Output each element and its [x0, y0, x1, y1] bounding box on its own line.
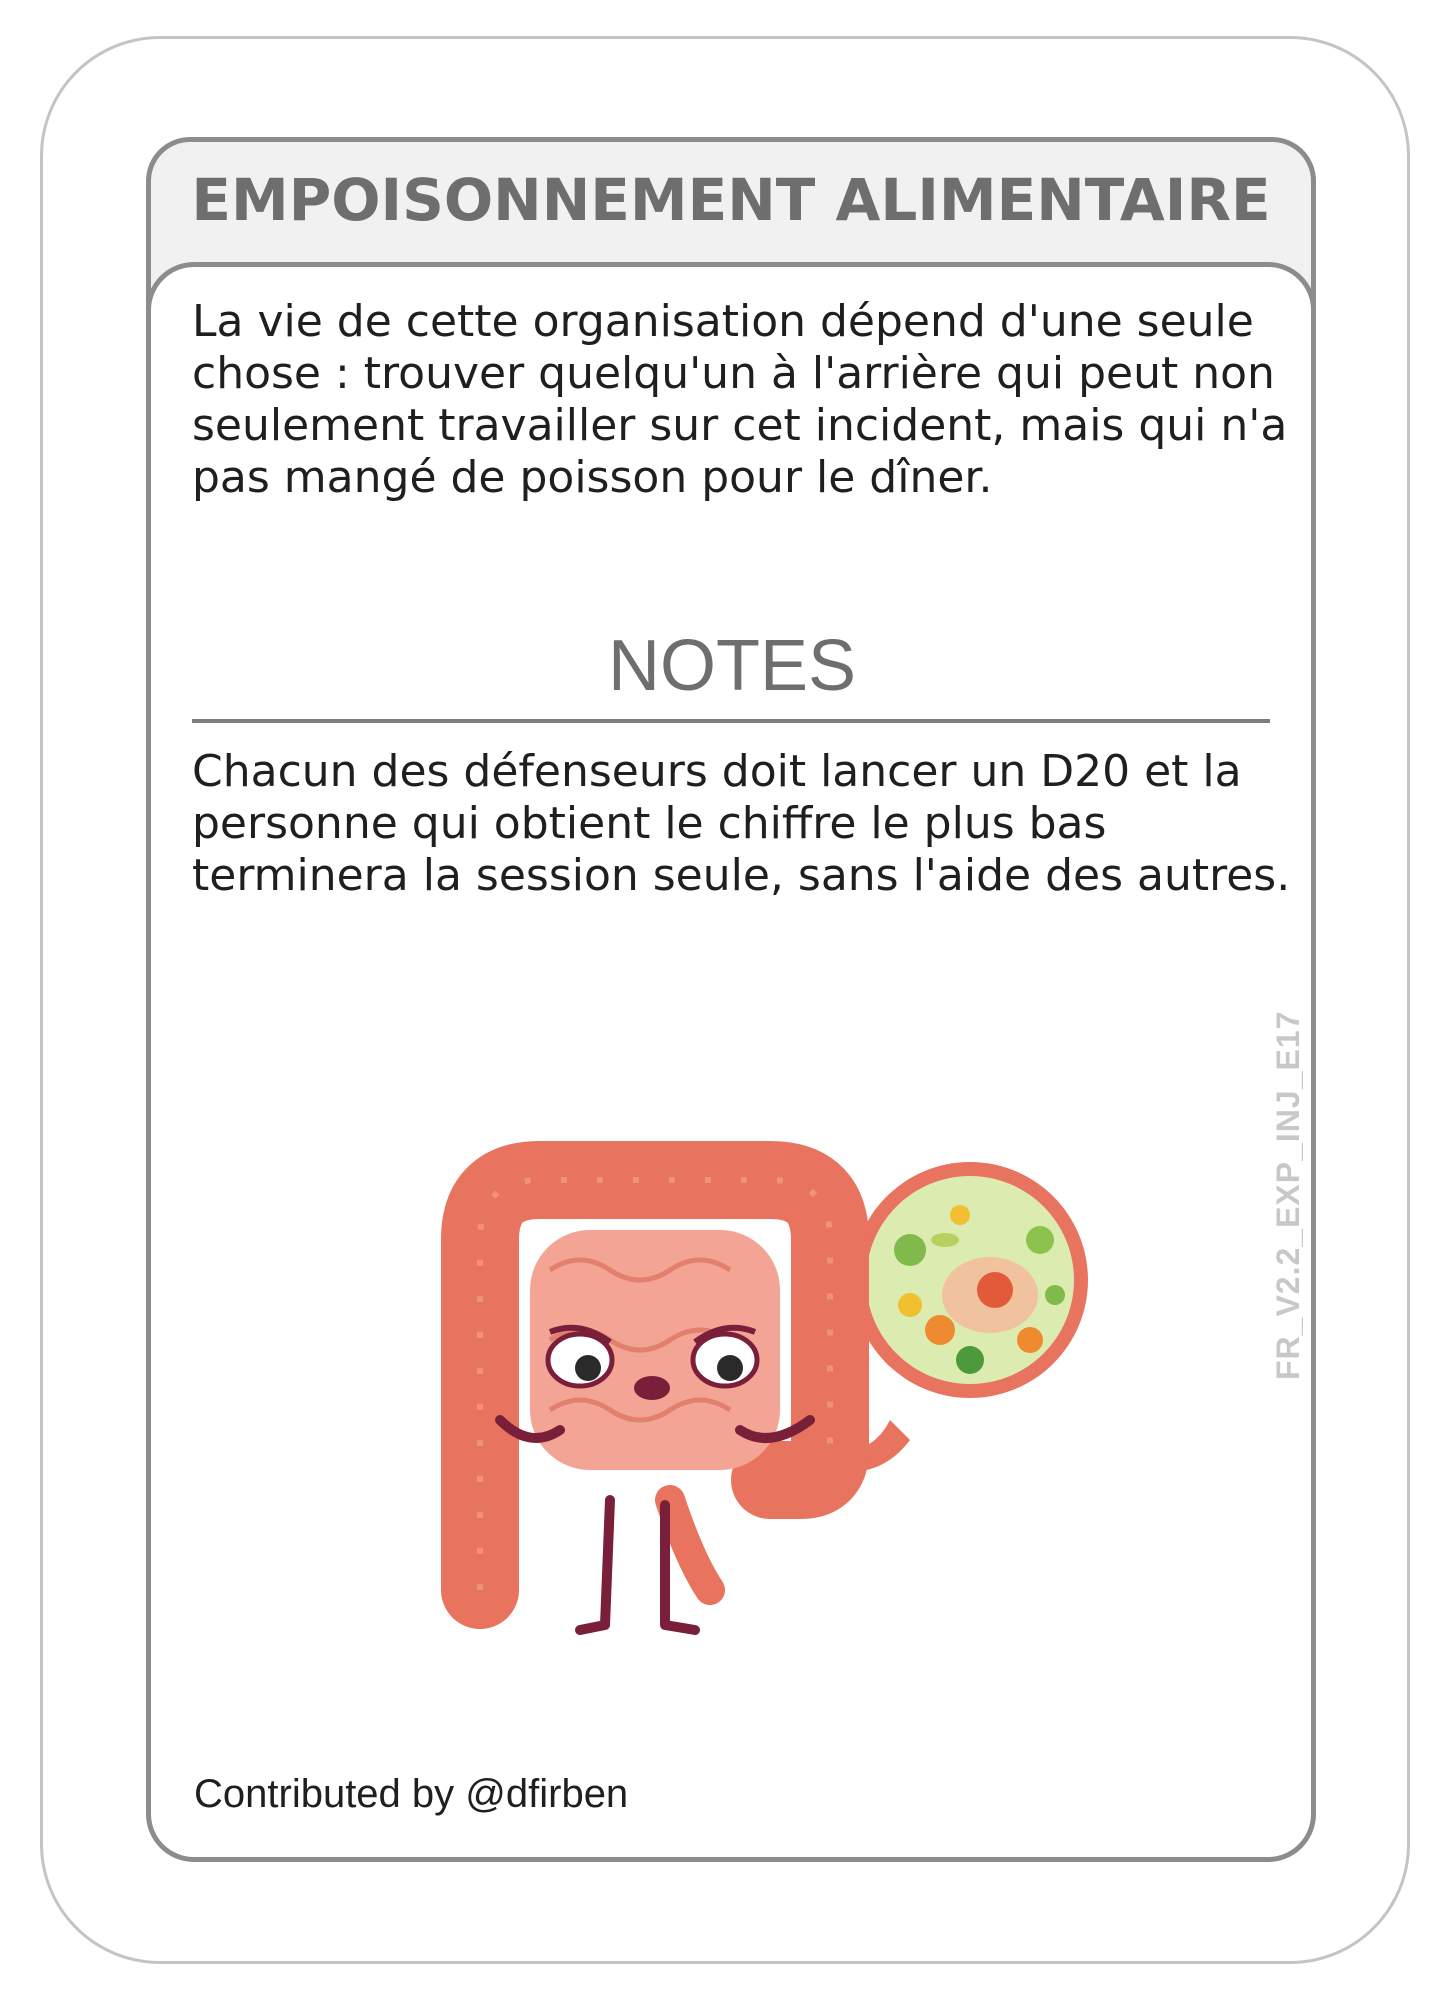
notes-heading: NOTES: [607, 626, 857, 706]
sick-intestine-with-bacteria-icon: [441, 1141, 1088, 1635]
card-code: FR_V2.2_EXP_INJ_E17: [1270, 1010, 1306, 1380]
notes-text: Chacun des défenseurs doit lancer un D20…: [192, 746, 1291, 901]
notes-divider: [192, 719, 1270, 723]
intestine-body: [441, 1141, 1088, 1635]
card-title: EMPOISONNEMENT ALIMENTAIRE: [191, 166, 1271, 234]
contributor-credit: Contributed by @dfirben: [194, 1772, 629, 1816]
card-description: La vie de cette organisation dépend d'un…: [192, 296, 1288, 503]
